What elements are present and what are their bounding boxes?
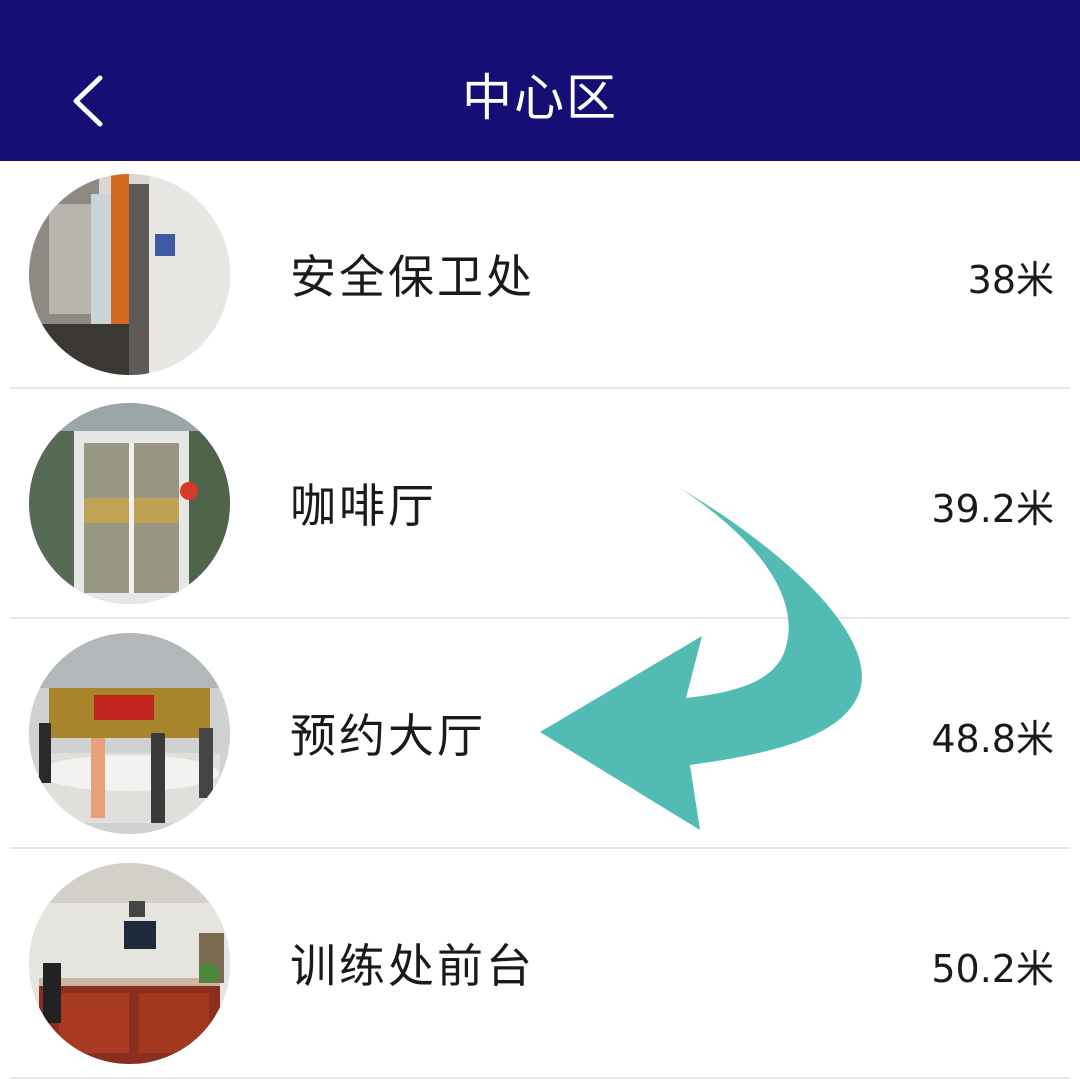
list-item[interactable]: 咖啡厅 39.2米 — [0, 390, 1080, 620]
location-thumbnail — [29, 633, 230, 834]
location-thumbnail — [29, 174, 230, 375]
top-nav-bar: 中心区 — [0, 0, 1080, 161]
list-item[interactable]: 预约大厅 48.8米 — [0, 620, 1080, 850]
row-divider — [10, 387, 1070, 389]
location-distance: 50.2米 — [931, 947, 1054, 991]
list-item[interactable]: 训练处前台 50.2米 — [0, 850, 1080, 1080]
location-name: 预约大厅 — [290, 709, 486, 763]
row-divider — [10, 1077, 1070, 1079]
list-item[interactable]: 安全保卫处 38米 — [0, 161, 1080, 391]
page-title: 中心区 — [462, 69, 618, 127]
location-distance: 39.2米 — [931, 487, 1054, 531]
location-name: 训练处前台 — [290, 939, 535, 993]
row-divider — [10, 617, 1070, 619]
row-divider — [10, 847, 1070, 849]
location-thumbnail — [29, 863, 230, 1064]
location-name: 安全保卫处 — [290, 250, 535, 304]
location-name: 咖啡厅 — [290, 479, 437, 533]
location-distance: 38米 — [967, 258, 1054, 302]
location-thumbnail — [29, 403, 230, 604]
location-distance: 48.8米 — [931, 717, 1054, 761]
